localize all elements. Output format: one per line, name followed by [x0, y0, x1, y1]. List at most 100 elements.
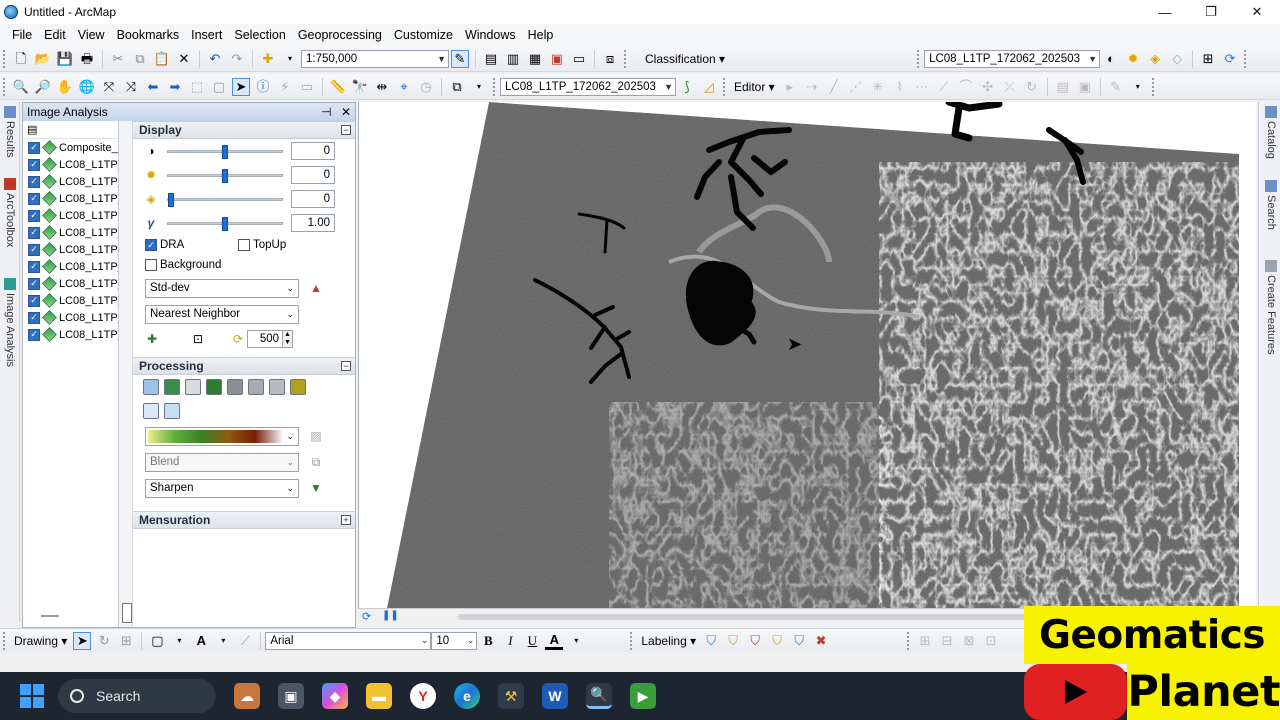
label-manager-icon[interactable]: ⛉	[702, 632, 720, 650]
sharpen-select[interactable]: Sharpen ⌄	[145, 478, 299, 498]
arcgis-icon[interactable]: ⚒	[498, 683, 524, 709]
layer-list-item[interactable]: ✓ LC08_L1TP_	[23, 156, 118, 173]
export-icon[interactable]	[290, 379, 306, 395]
brightness-value[interactable]: 0	[291, 166, 335, 184]
rectangle-icon[interactable]: ▢	[148, 632, 166, 650]
task-view-icon[interactable]: ▣	[278, 683, 304, 709]
yandex-browser-icon[interactable]: Y	[410, 683, 436, 709]
zoom-in-icon[interactable]: 🔍	[12, 78, 30, 96]
dropdown-arrow-icon[interactable]: ▾	[170, 632, 188, 650]
menu-customize[interactable]: Customize	[388, 28, 459, 42]
layer-list-item[interactable]: ✓ LC08_L1TP_	[23, 224, 118, 241]
layer-visibility-checkbox[interactable]: ✓	[28, 243, 40, 256]
contrast-slider[interactable]	[167, 144, 283, 159]
editor-menu[interactable]: Editor ▾	[730, 80, 779, 94]
function-icon[interactable]	[143, 403, 159, 419]
cut-icon[interactable]: ✂	[109, 50, 127, 68]
layer-list-item[interactable]: ✓ LC08_L1TP_	[23, 173, 118, 190]
go-forward-icon[interactable]: ➡	[166, 78, 184, 96]
dropdown-arrow-icon[interactable]: ▾	[281, 50, 299, 68]
panel-splitter[interactable]	[119, 121, 133, 627]
menu-bookmarks[interactable]: Bookmarks	[111, 28, 186, 42]
contrast-icon[interactable]: ◐	[1102, 50, 1120, 68]
fixed-zoom-in-icon[interactable]: ⤧	[100, 78, 118, 96]
create-features-icon[interactable]: ✎	[1107, 78, 1125, 96]
layer-list-item[interactable]: ✓ LC08_L1TP_	[23, 309, 118, 326]
layer-visibility-checkbox[interactable]: ✓	[28, 175, 40, 188]
image-analysis-window-icon[interactable]: ⊞	[1199, 50, 1217, 68]
go-to-xy-icon[interactable]: ⌖	[395, 78, 413, 96]
delete-icon[interactable]: ✕	[175, 50, 193, 68]
slider-thumb[interactable]	[222, 144, 228, 159]
image-analysis-layer-combo[interactable]: LC08_L1TP_172062_202503 ▼	[924, 49, 1101, 68]
add-data-icon[interactable]: ✚	[259, 50, 277, 68]
layer-list-item[interactable]: ✓ LC08_L1TP_	[23, 190, 118, 207]
toolbar-grip[interactable]	[3, 49, 7, 68]
toolbar-grip[interactable]	[3, 77, 7, 96]
ndvi-icon[interactable]	[206, 379, 222, 395]
word-icon[interactable]: W	[542, 683, 568, 709]
toolbar-grip[interactable]	[1244, 49, 1248, 68]
file-explorer-icon[interactable]: ▬	[366, 683, 392, 709]
bold-button[interactable]: B	[479, 632, 497, 650]
layer-list-item[interactable]: ✓ LC08_L1TP_	[23, 207, 118, 224]
lock-labels-icon[interactable]: ⛉	[768, 632, 786, 650]
pin-icon[interactable]: ⊣	[321, 105, 331, 119]
labeling-menu[interactable]: Labeling ▾	[637, 634, 700, 648]
histogram-icon[interactable]: ⟆	[678, 78, 696, 96]
find-icon[interactable]: 🔭	[351, 78, 369, 96]
toolbar-grip[interactable]	[1151, 77, 1156, 96]
toolbar-grip[interactable]	[624, 49, 628, 68]
display-section-header[interactable]: Display −	[133, 121, 355, 139]
edit-vertices-icon[interactable]: ⟋	[236, 632, 254, 650]
go-back-icon[interactable]: ⬅	[144, 78, 162, 96]
gamma-slider[interactable]	[167, 216, 283, 231]
toolbar-grip[interactable]	[907, 631, 911, 650]
slider-thumb[interactable]	[222, 168, 228, 183]
list-options-icon[interactable]: ▤	[27, 123, 37, 136]
midpoint-icon[interactable]: ⋰	[847, 78, 865, 96]
collapse-icon[interactable]: −	[341, 125, 351, 135]
python-window-icon[interactable]: ▭	[570, 50, 588, 68]
processing-section-header[interactable]: Processing −	[133, 357, 355, 375]
zoom-to-elements-icon[interactable]: ⊞	[117, 632, 135, 650]
slider-thumb[interactable]	[168, 192, 174, 207]
map-scale-combo[interactable]: 1:750,000 ▼	[301, 49, 449, 68]
transparency-slider[interactable]	[167, 192, 283, 207]
menu-help[interactable]: Help	[522, 28, 560, 42]
edge-browser-icon[interactable]: e	[454, 683, 480, 709]
background-checkbox[interactable]	[145, 259, 157, 271]
ruler-icon[interactable]: ◿	[700, 78, 718, 96]
html-popup-icon[interactable]: ▭	[298, 78, 316, 96]
search-window-icon[interactable]: ▦	[526, 50, 544, 68]
layer-visibility-checkbox[interactable]: ✓	[28, 192, 40, 205]
layer-visibility-checkbox[interactable]: ✓	[28, 226, 40, 239]
camtasia-icon[interactable]: ▶	[630, 683, 656, 709]
fixed-zoom-out-icon[interactable]: ⤨	[122, 78, 140, 96]
function-template-icon[interactable]	[164, 403, 180, 419]
layer-visibility-checkbox[interactable]: ✓	[28, 260, 40, 273]
label-priority-icon[interactable]: ⛉	[724, 632, 742, 650]
create-features-tab[interactable]: Create Features	[1263, 260, 1279, 354]
layer-list-item[interactable]: ✓ LC08_L1TP_	[23, 326, 118, 343]
dropdown-arrow-icon[interactable]: ▾	[1129, 78, 1147, 96]
zoom-out-icon[interactable]: 🔎	[34, 78, 52, 96]
mask-icon[interactable]	[164, 379, 180, 395]
layer-visibility-checkbox[interactable]: ✓	[28, 141, 40, 154]
copilot-icon[interactable]: ◆	[322, 683, 348, 709]
refresh-icon[interactable]: ⟳	[229, 330, 247, 348]
arctoolbox-icon[interactable]: ▣	[548, 50, 566, 68]
dra-checkbox[interactable]: ✓	[145, 239, 157, 251]
colormap-icon[interactable]: ▨	[307, 427, 325, 445]
refresh-icon[interactable]: ⟳	[362, 610, 371, 623]
classification-menu[interactable]: Classification ▾	[641, 52, 729, 66]
editor-toolbar-icon[interactable]: ✎	[451, 49, 469, 68]
color-ramp-select[interactable]: ⌄	[145, 426, 299, 446]
menu-edit[interactable]: Edit	[38, 28, 72, 42]
drawing-menu[interactable]: Drawing ▾	[10, 634, 71, 648]
underline-button[interactable]: U	[523, 632, 541, 650]
toolbar-grip[interactable]	[723, 77, 727, 96]
shaded-relief-icon[interactable]	[269, 379, 285, 395]
layer-visibility-checkbox[interactable]: ✓	[28, 294, 40, 307]
swipe-icon[interactable]: ◇	[1168, 50, 1186, 68]
